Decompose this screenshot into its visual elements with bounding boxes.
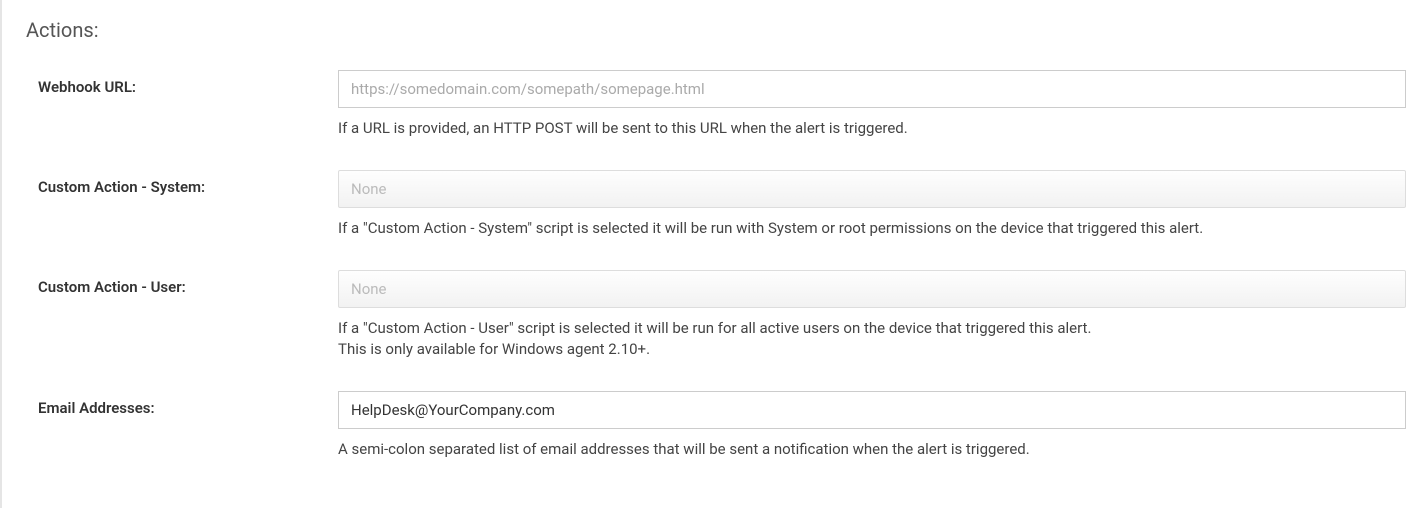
custom-action-user-control-wrap: None If a "Custom Action - User" script … — [338, 270, 1406, 362]
webhook-url-input[interactable] — [338, 70, 1406, 108]
custom-action-system-control-wrap: None If a "Custom Action - System" scrip… — [338, 170, 1406, 240]
custom-action-user-help-line1: If a "Custom Action - User" script is se… — [338, 319, 1091, 337]
custom-action-user-help: If a "Custom Action - User" script is se… — [338, 318, 1406, 362]
email-addresses-control-wrap: A semi-colon separated list of email add… — [338, 391, 1406, 461]
custom-action-user-row: Custom Action - User: None If a "Custom … — [26, 270, 1406, 362]
custom-action-system-label: Custom Action - System: — [26, 170, 338, 196]
actions-section: Actions: Webhook URL: If a URL is provid… — [26, 18, 1406, 461]
custom-action-system-select[interactable]: None — [338, 170, 1406, 208]
custom-action-system-row: Custom Action - System: None If a "Custo… — [26, 170, 1406, 240]
email-addresses-row: Email Addresses: A semi-colon separated … — [26, 391, 1406, 461]
custom-action-system-help: If a "Custom Action - System" script is … — [338, 218, 1406, 240]
email-addresses-help: A semi-colon separated list of email add… — [338, 439, 1406, 461]
custom-action-user-label: Custom Action - User: — [26, 270, 338, 296]
custom-action-user-select[interactable]: None — [338, 270, 1406, 308]
email-addresses-label: Email Addresses: — [26, 391, 338, 417]
webhook-row: Webhook URL: If a URL is provided, an HT… — [26, 70, 1406, 140]
custom-action-user-help-line2: This is only available for Windows agent… — [338, 340, 650, 358]
webhook-label: Webhook URL: — [26, 70, 338, 96]
webhook-control-wrap: If a URL is provided, an HTTP POST will … — [338, 70, 1406, 140]
email-addresses-input[interactable] — [338, 391, 1406, 429]
webhook-help: If a URL is provided, an HTTP POST will … — [338, 118, 1406, 140]
section-title: Actions: — [26, 18, 1406, 42]
